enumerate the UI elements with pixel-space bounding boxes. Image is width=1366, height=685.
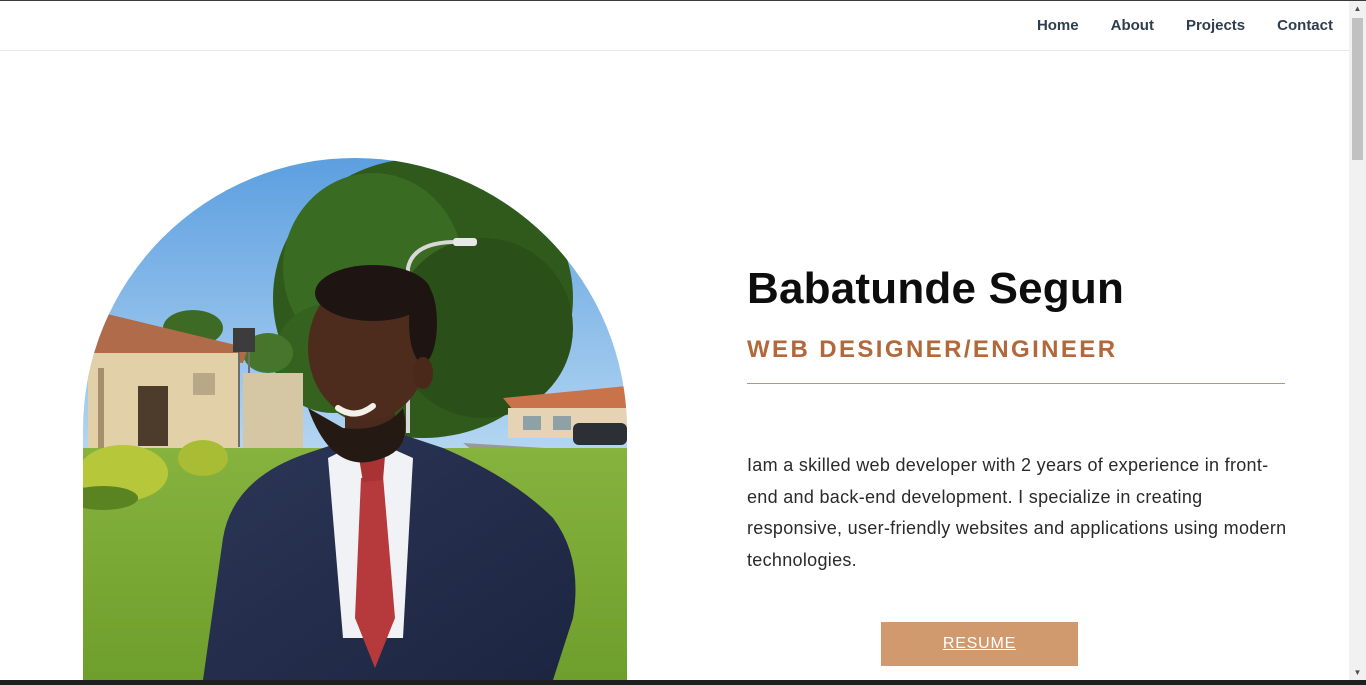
scroll-down-icon[interactable]: ▼ (1349, 665, 1366, 680)
scroll-up-icon[interactable]: ▲ (1349, 1, 1366, 16)
nav-home-link[interactable]: Home (1037, 17, 1079, 34)
profile-photo-image (83, 158, 627, 680)
divider (747, 383, 1285, 384)
bottom-bar (0, 680, 1366, 685)
navbar: Home About Projects Contact (0, 1, 1349, 51)
role-subtitle: WEB DESIGNER/ENGINEER (747, 336, 1118, 363)
nav-projects-link[interactable]: Projects (1186, 17, 1245, 34)
nav-about-link[interactable]: About (1111, 17, 1154, 34)
bio-text: Iam a skilled web developer with 2 years… (747, 455, 1287, 571)
resume-button[interactable]: RESUME (881, 622, 1078, 666)
page-title: Babatunde Segun (747, 264, 1125, 313)
nav-links: Home About Projects Contact (1037, 1, 1333, 50)
profile-photo (83, 158, 627, 680)
scroll-thumb[interactable] (1352, 18, 1363, 160)
page-scrollbar[interactable]: ▲ ▼ (1349, 1, 1366, 680)
nav-contact-link[interactable]: Contact (1277, 17, 1333, 34)
